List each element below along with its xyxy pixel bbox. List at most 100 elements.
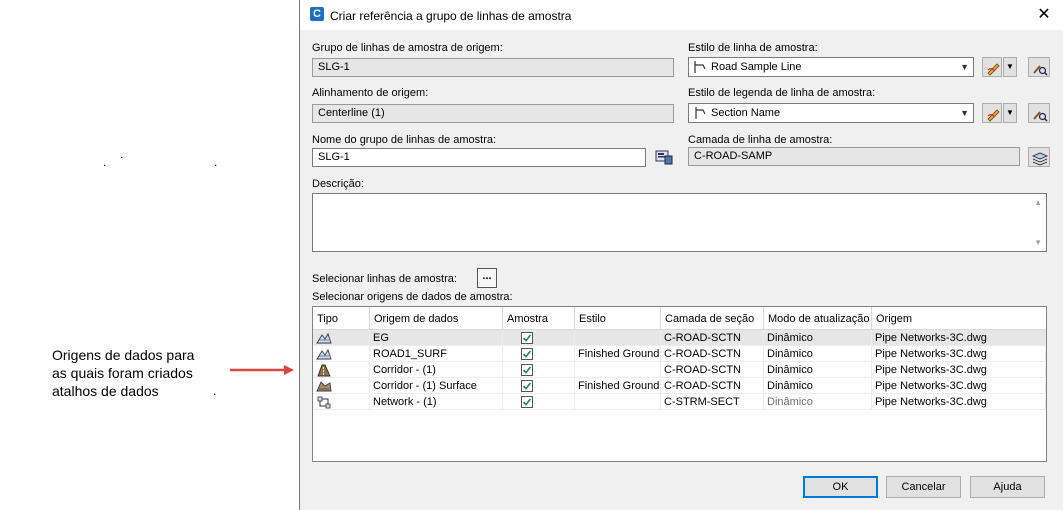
- table-row[interactable]: Corridor - (1) C-ROAD-SCTN Dinâmico Pipe Ne…: [313, 362, 1046, 378]
- edit-style-button[interactable]: [982, 57, 1002, 77]
- sample-checkbox[interactable]: [521, 396, 533, 408]
- scroll-down-icon[interactable]: ▼: [1034, 238, 1042, 247]
- ok-button[interactable]: OK: [803, 476, 878, 498]
- sample-line-style-select[interactable]: Road Sample Line ▼: [688, 57, 974, 77]
- layer-field: C-ROAD-SAMP: [688, 147, 1020, 166]
- help-button[interactable]: Ajuda: [970, 476, 1045, 498]
- source-cell: EG: [370, 330, 503, 346]
- sample-checkbox[interactable]: [521, 332, 533, 344]
- group-name-input[interactable]: SLG-1: [312, 148, 646, 167]
- style-cell[interactable]: [575, 330, 661, 346]
- description-label: Descrição:: [312, 178, 364, 190]
- table-row[interactable]: Corridor - (1) Surface Finished Ground C-R…: [313, 378, 1046, 394]
- label-style-icon: [695, 107, 706, 119]
- civil3d-logo-icon: C: [310, 7, 324, 21]
- source-cell: Corridor - (1): [370, 362, 503, 378]
- sample-line-style-value: Road Sample Line: [711, 61, 802, 73]
- sample-cell: [503, 362, 575, 378]
- style-cell[interactable]: Finished Ground: [575, 346, 661, 362]
- checkmark-icon: [522, 334, 532, 342]
- table-row[interactable]: ROAD1_SURF Finished Ground C-ROAD-SCTN Dinâ…: [313, 346, 1046, 362]
- update-mode-cell[interactable]: Dinâmico: [764, 394, 872, 410]
- checkmark-icon: [522, 366, 532, 374]
- corridor-surface-icon: [316, 381, 332, 392]
- select-lines-label: Selecionar linhas de amostra:: [312, 273, 457, 285]
- layer-cell[interactable]: C-ROAD-SCTN: [661, 362, 764, 378]
- type-cell: [313, 346, 370, 362]
- select-lines-button[interactable]: ...: [477, 268, 497, 288]
- column-header-type[interactable]: Tipo: [313, 307, 370, 329]
- origin-cell: Pipe Networks-3C.dwg: [872, 378, 1046, 394]
- name-template-icon: [655, 150, 673, 165]
- data-sources-grid: Tipo Origem de dados Amostra Estilo Cama…: [312, 306, 1047, 462]
- source-alignment-field: Centerline (1): [312, 104, 674, 123]
- magnifier-icon: [1033, 111, 1048, 122]
- sample-checkbox[interactable]: [521, 380, 533, 392]
- title-bar: C Criar referência a grupo de linhas de …: [300, 0, 1063, 30]
- sample-line-style-icon: [694, 61, 706, 73]
- update-mode-cell[interactable]: Dinâmico: [764, 330, 872, 346]
- label-style-select[interactable]: Section Name ▼: [688, 103, 974, 123]
- scroll-up-icon[interactable]: ▲: [1034, 198, 1042, 207]
- column-header-style[interactable]: Estilo: [575, 307, 661, 329]
- layer-cell[interactable]: C-STRM-SECT: [661, 394, 764, 410]
- update-mode-cell[interactable]: Dinâmico: [764, 346, 872, 362]
- checkmark-icon: [522, 398, 532, 406]
- browse-style-button[interactable]: [1028, 57, 1050, 77]
- grid-header: Tipo Origem de dados Amostra Estilo Cama…: [313, 307, 1046, 330]
- name-template-button[interactable]: [652, 147, 674, 167]
- column-header-update-mode[interactable]: Modo de atualização: [764, 307, 872, 329]
- layer-cell[interactable]: C-ROAD-SCTN: [661, 346, 764, 362]
- sample-cell: [503, 330, 575, 346]
- sample-checkbox[interactable]: [521, 364, 533, 376]
- source-group-label: Grupo de linhas de amostra de origem:: [312, 42, 503, 54]
- style-cell[interactable]: Finished Ground: [575, 378, 661, 394]
- column-header-layer[interactable]: Camada de seção: [661, 307, 764, 329]
- checkmark-icon: [522, 382, 532, 390]
- stray-dot: .: [120, 147, 124, 161]
- sample-cell: [503, 346, 575, 362]
- layer-button[interactable]: [1028, 147, 1050, 167]
- sample-cell: [503, 394, 575, 410]
- pencil-edit-icon: [987, 109, 1000, 122]
- edit-label-style-button[interactable]: [982, 103, 1002, 123]
- layer-cell[interactable]: C-ROAD-SCTN: [661, 378, 764, 394]
- column-header-source[interactable]: Origem de dados: [370, 307, 503, 329]
- column-header-sample[interactable]: Amostra: [503, 307, 575, 329]
- browse-label-style-button[interactable]: [1028, 103, 1050, 123]
- sample-checkbox[interactable]: [521, 348, 533, 360]
- table-row[interactable]: EG C-ROAD-SCTN Dinâmico Pipe Networks-3C.dw…: [313, 330, 1046, 346]
- stray-dot: .: [103, 155, 107, 169]
- corridor-icon: [317, 364, 331, 377]
- origin-cell: Pipe Networks-3C.dwg: [872, 346, 1046, 362]
- description-textarea[interactable]: ▲ ▼: [312, 193, 1047, 252]
- chevron-down-icon: ▼: [960, 62, 969, 72]
- layer-cell[interactable]: C-ROAD-SCTN: [661, 330, 764, 346]
- layers-icon: [1032, 152, 1048, 166]
- origin-cell: Pipe Networks-3C.dwg: [872, 394, 1046, 410]
- type-cell: [313, 362, 370, 378]
- origin-cell: Pipe Networks-3C.dwg: [872, 330, 1046, 346]
- table-row[interactable]: Network - (1) C-STRM-SECT Dinâmico Pipe Net…: [313, 394, 1046, 410]
- column-header-origin[interactable]: Origem: [872, 307, 1046, 329]
- surface-icon: [316, 332, 332, 344]
- edit-label-style-dropdown[interactable]: ▼: [1003, 103, 1017, 123]
- update-mode-cell[interactable]: Dinâmico: [764, 378, 872, 394]
- annotation-line-1: Origens de dados para: [52, 347, 195, 363]
- close-icon[interactable]: ✕: [1033, 4, 1055, 26]
- update-mode-cell[interactable]: Dinâmico: [764, 362, 872, 378]
- edit-style-dropdown[interactable]: ▼: [1003, 57, 1017, 77]
- source-cell: Network - (1): [370, 394, 503, 410]
- select-sources-label: Selecionar origens de dados de amostra:: [312, 291, 513, 303]
- style-cell[interactable]: [575, 362, 661, 378]
- source-alignment-label: Alinhamento de origem:: [312, 87, 429, 99]
- cancel-button[interactable]: Cancelar: [886, 476, 961, 498]
- style-cell[interactable]: [575, 394, 661, 410]
- label-style-label: Estilo de legenda de linha de amostra:: [688, 87, 876, 99]
- annotation-line-3: atalhos de dados: [52, 383, 159, 399]
- source-cell: Corridor - (1) Surface: [370, 378, 503, 394]
- dialog-title: Criar referência a grupo de linhas de am…: [330, 9, 572, 23]
- annotation-text: Origens de dados para as quais foram cri…: [52, 346, 222, 400]
- type-cell: [313, 394, 370, 410]
- create-reference-dialog: C Criar referência a grupo de linhas de …: [299, 0, 1063, 510]
